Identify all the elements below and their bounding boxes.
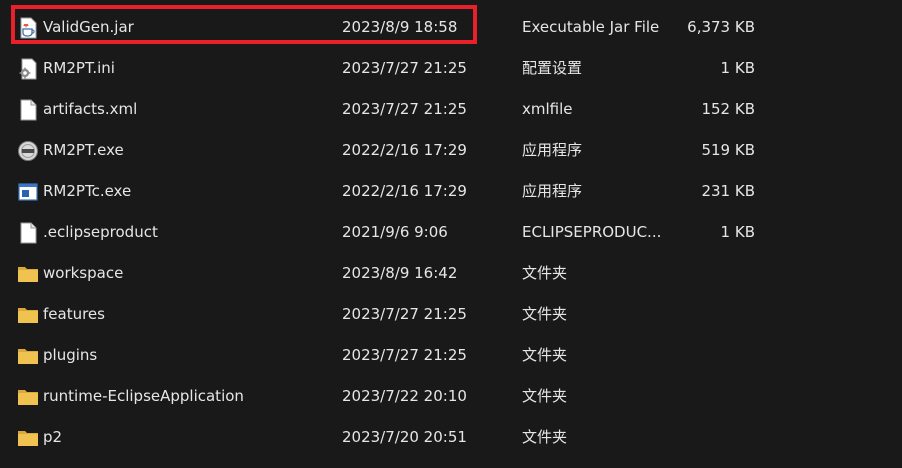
file-size: 519 KB [701, 141, 755, 159]
file-date: 2023/7/27 21:25 [342, 305, 467, 323]
folder-icon [17, 427, 39, 449]
folder-icon [17, 304, 39, 326]
file-name: features [43, 305, 105, 323]
file-type: xmlfile [522, 100, 573, 118]
file-name: ValidGen.jar [43, 18, 134, 36]
folder-row-p2[interactable]: p2 2023/7/20 20:51 文件夹 [0, 417, 902, 458]
file-name: .eclipseproduct [43, 223, 158, 241]
folder-icon [17, 263, 39, 285]
jar-file-icon [17, 17, 39, 39]
settings-file-icon [17, 58, 39, 80]
file-list: ValidGen.jar 2023/8/9 18:58 Executable J… [0, 0, 902, 468]
file-date: 2023/7/27 21:25 [342, 59, 467, 77]
file-size: 1 KB [720, 59, 755, 77]
file-row-eclipseproduct[interactable]: .eclipseproduct 2021/9/6 9:06 ECLIPSEPRO… [0, 212, 902, 253]
file-name: RM2PTc.exe [43, 182, 132, 200]
file-date: 2023/7/27 21:25 [342, 346, 467, 364]
folder-row-workspace[interactable]: workspace 2023/8/9 16:42 文件夹 [0, 253, 902, 294]
file-row-validgen-jar[interactable]: ValidGen.jar 2023/8/9 18:58 Executable J… [0, 7, 902, 48]
file-type: 配置设置 [522, 59, 583, 77]
file-name: workspace [43, 264, 124, 282]
file-size: 231 KB [701, 182, 755, 200]
file-date: 2023/7/20 20:51 [342, 428, 467, 446]
folder-row-features[interactable]: features 2023/7/27 21:25 文件夹 [0, 294, 902, 335]
file-name: plugins [43, 346, 98, 364]
document-icon [17, 222, 39, 244]
file-date: 2023/7/27 21:25 [342, 100, 467, 118]
folder-row-plugins[interactable]: plugins 2023/7/27 21:25 文件夹 [0, 335, 902, 376]
file-name: p2 [43, 428, 63, 446]
file-date: 2022/2/16 17:29 [342, 182, 467, 200]
file-size: 6,373 KB [687, 18, 755, 36]
file-date: 2023/8/9 18:58 [342, 18, 458, 36]
file-type: 文件夹 [522, 305, 568, 323]
rm2pt-app-icon [17, 140, 39, 162]
file-name: runtime-EclipseApplication [43, 387, 244, 405]
file-type: 文件夹 [522, 264, 568, 282]
file-name: artifacts.xml [43, 100, 138, 118]
file-name: RM2PT.ini [43, 59, 115, 77]
file-type: 文件夹 [522, 346, 568, 364]
file-row-rm2pt-exe[interactable]: RM2PT.exe 2022/2/16 17:29 应用程序 519 KB [0, 130, 902, 171]
file-name: RM2PT.exe [43, 141, 124, 159]
console-app-icon [17, 181, 39, 203]
file-type: 文件夹 [522, 387, 568, 405]
file-date: 2023/8/9 16:42 [342, 264, 458, 282]
file-type: 应用程序 [522, 141, 583, 159]
file-type: 应用程序 [522, 182, 583, 200]
file-date: 2023/7/22 20:10 [342, 387, 467, 405]
file-size: 152 KB [701, 100, 755, 118]
folder-icon [17, 345, 39, 367]
file-type: Executable Jar File [522, 18, 660, 36]
file-row-rm2ptc-exe[interactable]: RM2PTc.exe 2022/2/16 17:29 应用程序 231 KB [0, 171, 902, 212]
file-date: 2021/9/6 9:06 [342, 223, 448, 241]
folder-row-runtime-eclipseapplication[interactable]: runtime-EclipseApplication 2023/7/22 20:… [0, 376, 902, 417]
file-row-rm2pt-ini[interactable]: RM2PT.ini 2023/7/27 21:25 配置设置 1 KB [0, 48, 902, 89]
file-type: 文件夹 [522, 428, 568, 446]
folder-icon [17, 386, 39, 408]
file-size: 1 KB [720, 223, 755, 241]
file-type: ECLIPSEPRODUC... [522, 223, 662, 241]
document-icon [17, 99, 39, 121]
file-date: 2022/2/16 17:29 [342, 141, 467, 159]
file-row-artifacts-xml[interactable]: artifacts.xml 2023/7/27 21:25 xmlfile 15… [0, 89, 902, 130]
